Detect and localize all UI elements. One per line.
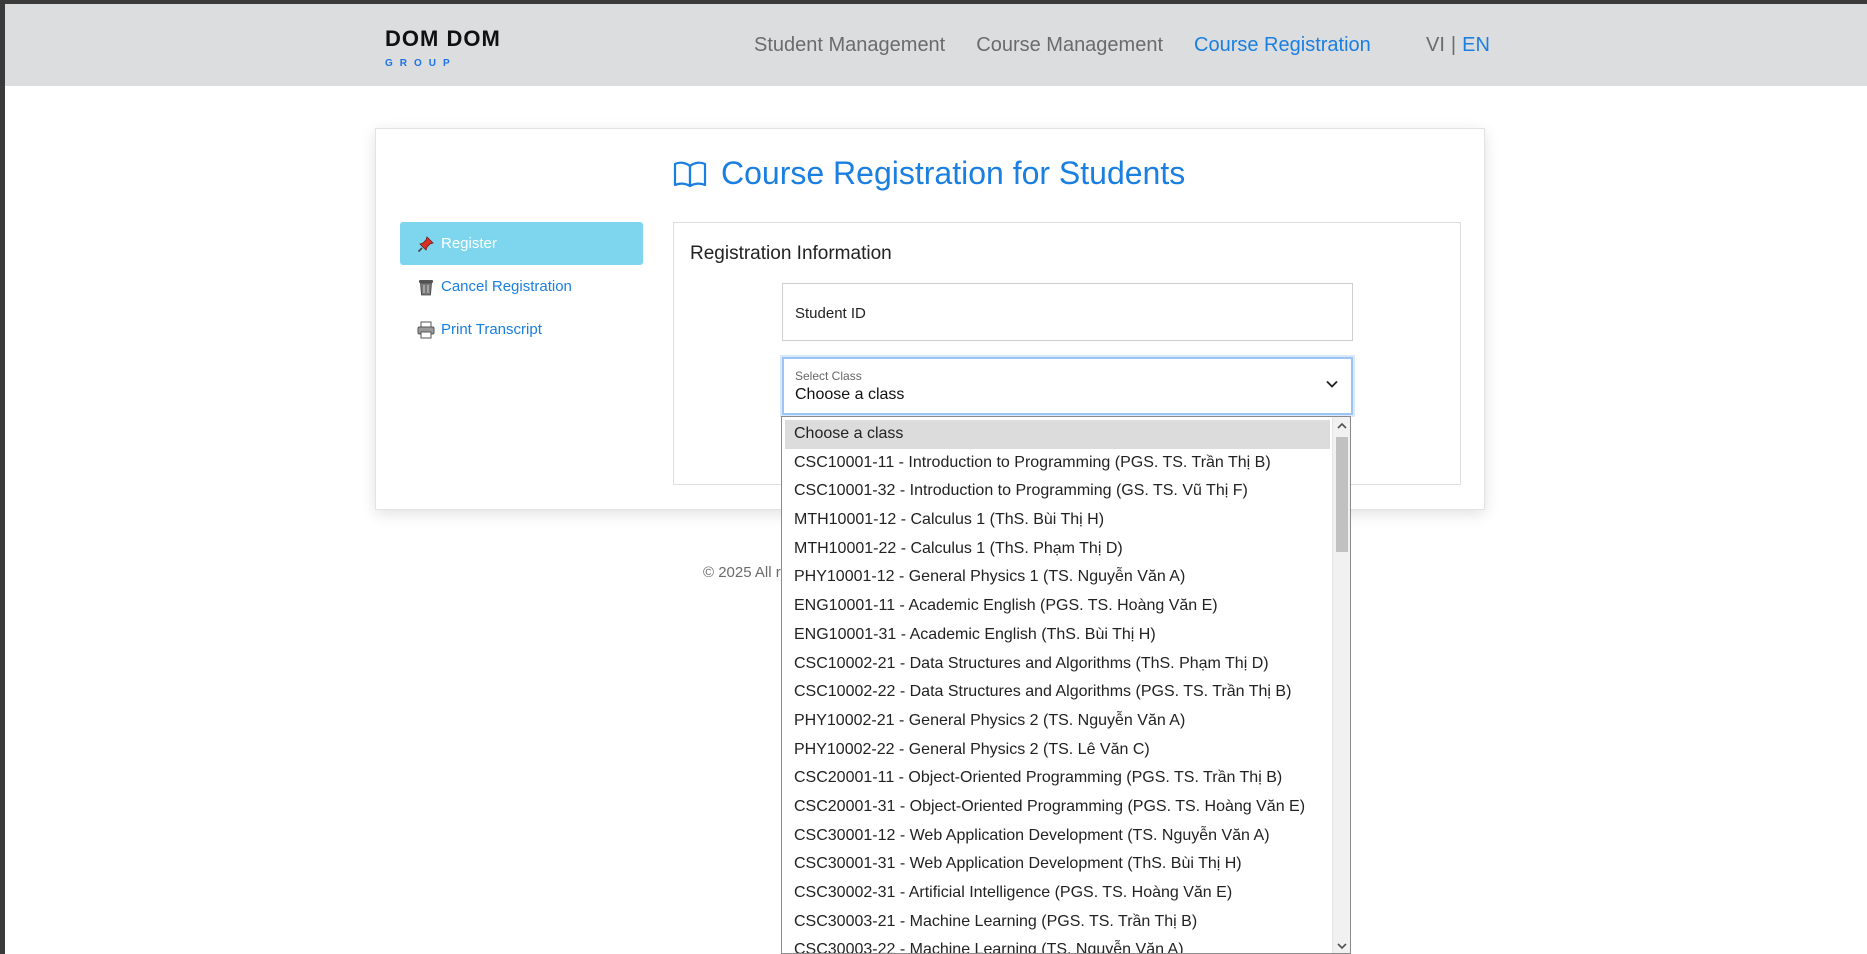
- language-switcher: VI | EN: [1426, 34, 1490, 57]
- sidebar-item-label: Print Transcript: [441, 321, 542, 338]
- dropdown-scrollbar[interactable]: [1332, 417, 1350, 953]
- dropdown-option[interactable]: CSC30002-31 - Artificial Intelligence (P…: [785, 879, 1330, 908]
- lang-separator: |: [1450, 34, 1457, 56]
- page-title-text: Course Registration for Students: [721, 155, 1186, 191]
- printer-icon: [417, 321, 435, 339]
- main-nav: Student Management Course Management Cou…: [754, 34, 1371, 57]
- dropdown-option[interactable]: CSC30003-22 - Machine Learning (TS. Nguy…: [785, 936, 1330, 953]
- dropdown-option[interactable]: ENG10001-31 - Academic English (ThS. Bùi…: [785, 621, 1330, 650]
- sidebar-item-print-transcript[interactable]: Print Transcript: [400, 308, 643, 351]
- dropdown-option[interactable]: PHY10002-21 - General Physics 2 (TS. Ngu…: [785, 707, 1330, 736]
- lang-en-link[interactable]: EN: [1462, 34, 1490, 56]
- logo-sub-text: GROUP: [385, 58, 457, 69]
- dropdown-option[interactable]: MTH10001-12 - Calculus 1 (ThS. Bùi Thị H…: [785, 506, 1330, 535]
- nav-course-management[interactable]: Course Management: [976, 34, 1163, 57]
- page-title: Course Registration for Students: [673, 155, 1185, 192]
- dropdown-option[interactable]: CSC30001-12 - Web Application Developmen…: [785, 822, 1330, 851]
- student-id-placeholder: Student ID: [795, 305, 866, 322]
- footer-copyright: © 2025 All r: [703, 564, 781, 581]
- sidebar-menu: Register Cancel Registration Print Trans…: [400, 222, 643, 351]
- dropdown-option[interactable]: CSC30001-31 - Web Application Developmen…: [785, 850, 1330, 879]
- student-id-field[interactable]: Student ID: [782, 283, 1353, 341]
- lang-vi-link[interactable]: VI: [1426, 34, 1445, 56]
- class-dropdown-list[interactable]: Choose a class CSC10001-11 - Introductio…: [781, 416, 1351, 954]
- nav-student-management[interactable]: Student Management: [754, 34, 945, 57]
- sidebar-item-register[interactable]: Register: [400, 222, 643, 265]
- sidebar-item-cancel-registration[interactable]: Cancel Registration: [400, 265, 643, 308]
- dropdown-option[interactable]: CSC10001-11 - Introduction to Programmin…: [785, 449, 1330, 478]
- dropdown-option[interactable]: CSC10002-22 - Data Structures and Algori…: [785, 678, 1330, 707]
- dropdown-option[interactable]: ENG10001-11 - Academic English (PGS. TS.…: [785, 592, 1330, 621]
- chevron-down-icon: [1325, 377, 1339, 396]
- scrollbar-thumb[interactable]: [1336, 437, 1348, 552]
- brand-logo[interactable]: DOM DOM GROUP: [385, 26, 501, 69]
- trash-icon: [417, 278, 435, 296]
- nav-course-registration[interactable]: Course Registration: [1194, 34, 1371, 57]
- class-select[interactable]: Select Class Choose a class: [782, 357, 1353, 415]
- sidebar-item-label: Register: [441, 235, 497, 252]
- dropdown-option[interactable]: Choose a class: [785, 420, 1330, 449]
- dropdown-option[interactable]: PHY10002-22 - General Physics 2 (TS. Lê …: [785, 736, 1330, 765]
- dropdown-options: Choose a class CSC10001-11 - Introductio…: [785, 420, 1330, 953]
- dropdown-option[interactable]: CSC10002-21 - Data Structures and Algori…: [785, 650, 1330, 679]
- sidebar-item-label: Cancel Registration: [441, 278, 572, 295]
- open-book-icon: [673, 161, 707, 187]
- section-title: Registration Information: [690, 243, 892, 264]
- dropdown-option[interactable]: CSC30003-21 - Machine Learning (PGS. TS.…: [785, 908, 1330, 937]
- scroll-down-arrow-icon[interactable]: [1333, 937, 1350, 953]
- dropdown-option[interactable]: PHY10001-12 - General Physics 1 (TS. Ngu…: [785, 563, 1330, 592]
- top-navbar: DOM DOM GROUP Student Management Course …: [5, 4, 1867, 86]
- pushpin-icon: [417, 235, 435, 253]
- scroll-up-arrow-icon[interactable]: [1333, 417, 1350, 435]
- dropdown-option[interactable]: MTH10001-22 - Calculus 1 (ThS. Phạm Thị …: [785, 535, 1330, 564]
- dropdown-option[interactable]: CSC10001-32 - Introduction to Programmin…: [785, 477, 1330, 506]
- dropdown-option[interactable]: CSC20001-31 - Object-Oriented Programmin…: [785, 793, 1330, 822]
- logo-main-text: DOM DOM: [385, 26, 501, 51]
- dropdown-option[interactable]: CSC20001-11 - Object-Oriented Programmin…: [785, 764, 1330, 793]
- select-class-value: Choose a class: [795, 386, 905, 403]
- window-left-edge: [0, 0, 5, 954]
- select-class-label: Select Class: [795, 369, 862, 383]
